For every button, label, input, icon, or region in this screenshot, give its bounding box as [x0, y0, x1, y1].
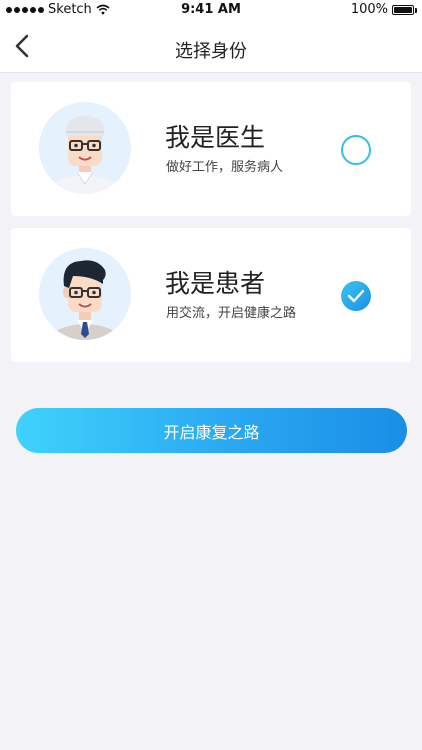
- patient-avatar-icon: [39, 248, 131, 340]
- start-recovery-button[interactable]: 开启康复之路: [16, 408, 407, 453]
- role-title-patient: 我是患者: [165, 269, 266, 298]
- role-desc-doctor: 做好工作，服务病人: [166, 160, 284, 175]
- battery-percent: 100%: [350, 2, 388, 17]
- nav-bar: 选择身份: [0, 20, 422, 73]
- battery-icon: [392, 4, 417, 15]
- role-card-patient[interactable]: 我是患者 用交流，开启健康之路: [11, 228, 411, 362]
- role-card-doctor[interactable]: 我是医生 做好工作，服务病人: [11, 82, 411, 216]
- status-right: 100%: [350, 2, 417, 17]
- battery-fill: [394, 6, 412, 13]
- page-title: 选择身份: [175, 41, 247, 62]
- checkmark-icon: [347, 289, 365, 303]
- status-bar: Sketch 9:41 AM 100%: [0, 0, 422, 20]
- radio-doctor[interactable]: [341, 135, 371, 165]
- radio-patient[interactable]: [341, 281, 371, 311]
- doctor-avatar-icon: [39, 102, 131, 194]
- role-title-doctor: 我是医生: [165, 123, 266, 152]
- role-desc-patient: 用交流，开启健康之路: [166, 306, 297, 321]
